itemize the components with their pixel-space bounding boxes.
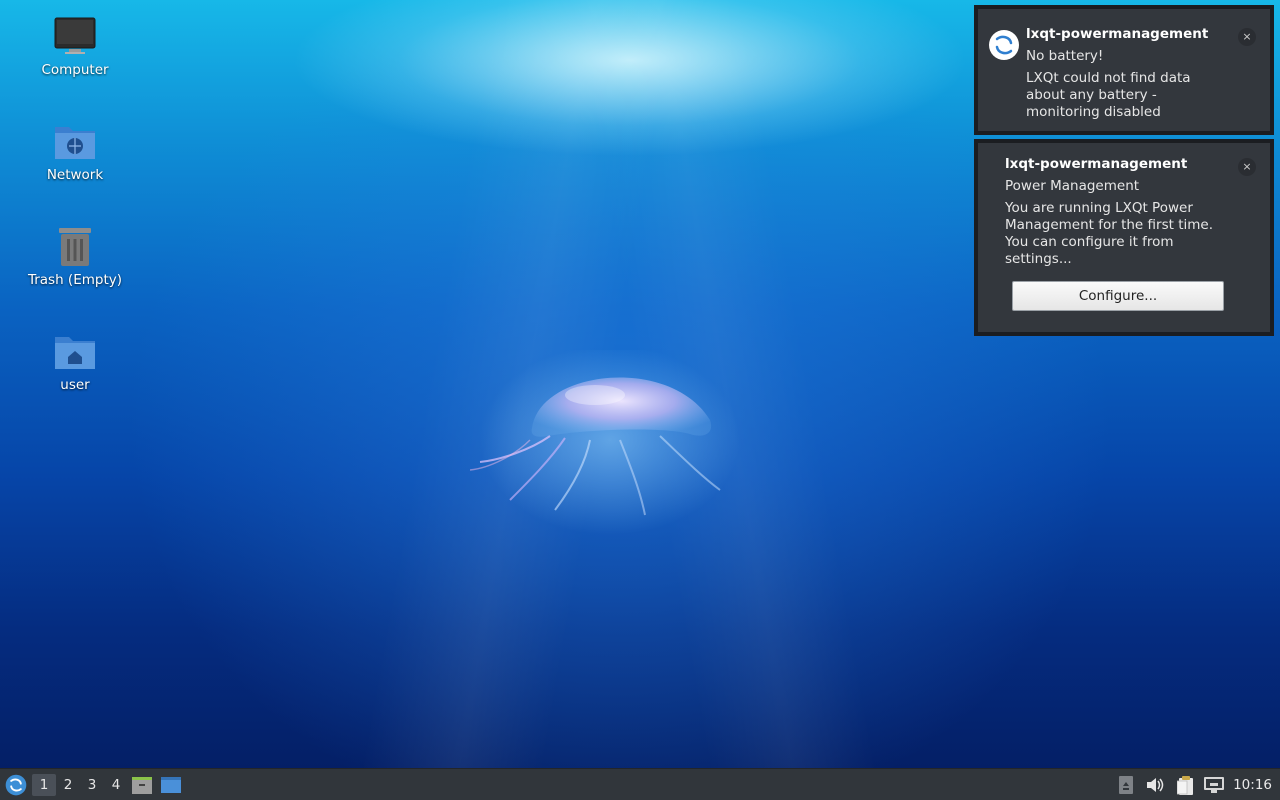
desktop-icon-label: Trash (Empty)	[27, 272, 123, 288]
show-desktop-button[interactable]	[156, 769, 186, 800]
main-menu-button[interactable]	[0, 769, 32, 800]
lxqt-menu-icon	[5, 774, 27, 795]
notification-app-name: lxqt-powermanagement	[1026, 26, 1209, 42]
notification-body: You are running LXQt Power Management fo…	[1005, 200, 1213, 267]
file-manager-launcher[interactable]	[128, 769, 156, 800]
jellyfish-image	[470, 350, 740, 535]
desktop-icon-computer[interactable]: Computer	[20, 14, 130, 78]
workspace-2[interactable]: 2	[56, 769, 80, 800]
workspace-3[interactable]: 3	[80, 769, 104, 800]
network-folder-icon	[53, 119, 97, 163]
desktop-icon-user-home[interactable]: user	[20, 329, 130, 393]
notification-summary: Power Management	[1005, 178, 1140, 194]
file-manager-icon	[132, 776, 152, 794]
configure-button[interactable]: Configure...	[1012, 281, 1224, 311]
desktop-icon-label: Computer	[41, 62, 109, 78]
notification-no-battery[interactable]: lxqt-powermanagement No battery! LXQt co…	[974, 5, 1274, 135]
desktop-icon-network[interactable]: Network	[20, 119, 130, 183]
taskbar: 1 2 3 4 10:16	[0, 768, 1280, 800]
notification-close-button[interactable]: ×	[1238, 158, 1256, 176]
desktop-icon-label: Network	[46, 167, 104, 183]
trash-icon	[53, 224, 97, 268]
desktop-icon-trash[interactable]: Trash (Empty)	[20, 224, 130, 288]
clipboard-icon	[1177, 775, 1194, 795]
notification-power-management[interactable]: lxqt-powermanagement Power Management Yo…	[974, 139, 1274, 336]
lxqt-logo-icon	[989, 30, 1019, 60]
volume-icon	[1147, 777, 1164, 792]
tray-network-button[interactable]	[1201, 769, 1227, 800]
system-tray: 10:16	[1113, 769, 1280, 800]
notification-app-name: lxqt-powermanagement	[1005, 156, 1188, 172]
network-wired-icon	[1204, 776, 1225, 793]
workspace-1[interactable]: 1	[32, 773, 56, 796]
notification-summary: No battery!	[1026, 48, 1104, 64]
home-folder-icon	[53, 329, 97, 373]
clock[interactable]: 10:16	[1227, 769, 1280, 800]
notification-body: LXQt could not find data about any batte…	[1026, 70, 1191, 120]
notification-close-button[interactable]: ×	[1238, 28, 1256, 46]
desktop-icon-label: user	[60, 377, 90, 393]
tray-volume-button[interactable]	[1139, 769, 1171, 800]
computer-icon	[53, 14, 97, 58]
tray-clipboard-button[interactable]	[1171, 769, 1201, 800]
tray-storage-button[interactable]	[1113, 769, 1139, 800]
desktop-icon	[161, 776, 181, 793]
removable-media-icon	[1119, 775, 1134, 794]
workspace-4[interactable]: 4	[104, 769, 128, 800]
